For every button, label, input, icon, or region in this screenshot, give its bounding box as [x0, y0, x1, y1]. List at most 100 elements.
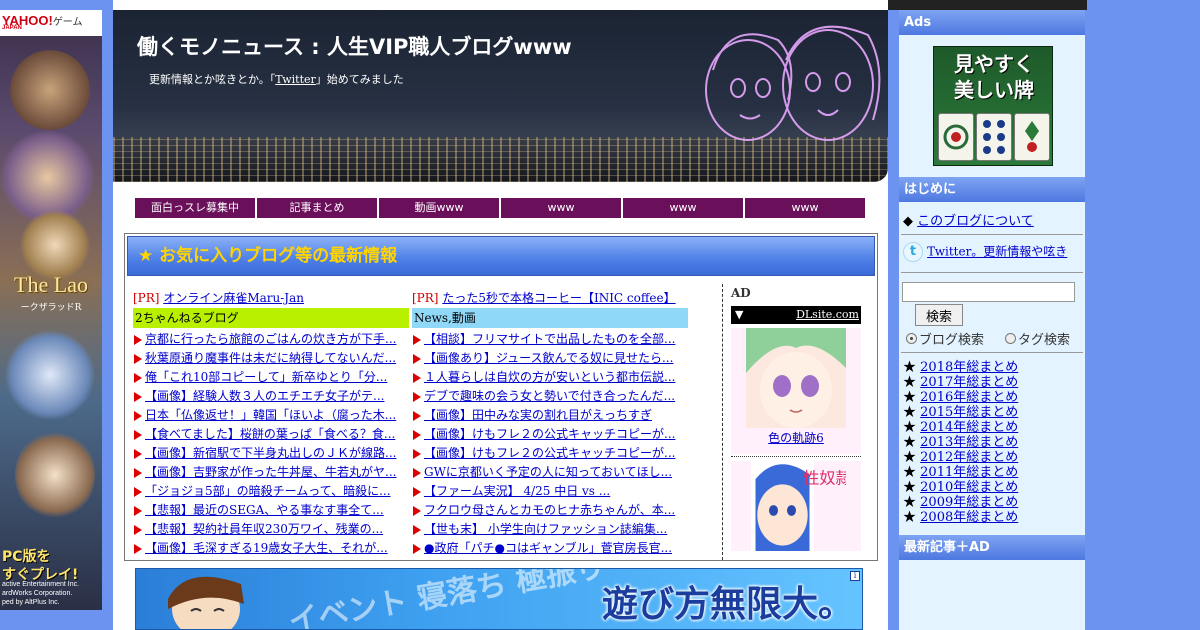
archive-link[interactable]: 2016年総まとめ — [920, 390, 1018, 405]
feed-link[interactable]: １人暮らしは自炊の方が安いという都市伝説... — [424, 370, 675, 384]
feed-link[interactable]: 秋葉原通り魔事件は未だに納得してないんだ... — [145, 351, 396, 365]
archive-link[interactable]: 2017年総まとめ — [920, 375, 1018, 390]
subtitle-twitter-link[interactable]: Twitter — [275, 73, 316, 86]
list-item: GWに京都いく予定の人に知っておいてほし... — [412, 463, 688, 482]
feed-link[interactable]: 【画像】新宿駅で下半身丸出しのＪＫが線路... — [145, 446, 396, 460]
ad-product-caption[interactable]: 色の軌跡6 — [768, 431, 824, 445]
blog-title[interactable]: 働くモノニュース : 人生VIP職人ブログwww — [137, 31, 572, 61]
nav-tab-thread-request[interactable]: 面白っスレ募集中 — [135, 198, 255, 218]
feed-link[interactable]: 「ジョジョ5部」の暗殺チームって、暗殺に... — [145, 484, 391, 498]
dlsite-link[interactable]: DLsite.com — [796, 306, 859, 324]
list-item: 【相談】フリマサイトで出品したものを全部... — [412, 330, 688, 349]
archive-link[interactable]: 2008年総まとめ — [920, 510, 1018, 525]
nav-tab-www-3[interactable]: www — [745, 198, 865, 218]
ad-copyright-line: ardWorks Corporation. — [2, 590, 73, 597]
list-item: 【悲報】契約社員年収230万ワイ、残業の... — [133, 520, 409, 539]
archive-link[interactable]: 2009年総まとめ — [920, 495, 1018, 510]
feed-link[interactable]: 【相談】フリマサイトで出品したものを全部... — [424, 332, 675, 346]
feed-link[interactable]: 【画像】田中みな実の割れ目がえっちすぎ — [424, 408, 652, 422]
feed-link[interactable]: デブで趣味の会う女と勢いで付き合ったんだ... — [424, 389, 675, 403]
list-item: ●政府「パチ●コはギャンブル」菅官房長官... — [412, 539, 688, 558]
list-item: 俺「これ10部コピーして」新卒ゆとり「分... — [133, 368, 409, 387]
star-icon: ★ — [903, 360, 917, 375]
archive-link[interactable]: 2018年総まとめ — [920, 360, 1018, 375]
ad-game-logo: The Lao — [14, 272, 88, 297]
twitter-link[interactable]: Twitter。更新情報や呟き — [927, 245, 1067, 259]
search-input[interactable] — [902, 282, 1075, 302]
feed-link[interactable]: 俺「これ10部コピーして」新卒ゆとり「分... — [145, 370, 387, 384]
pr-link[interactable]: たった5秒で本格コーヒー【INIC coffee】 — [442, 291, 675, 305]
about-blog-link[interactable]: このブログについて — [917, 214, 1034, 229]
ad-pc-line1: PC版を — [2, 549, 51, 565]
ad-character-art — [15, 430, 95, 520]
nav-tab-www-2[interactable]: www — [623, 198, 743, 218]
archive-link[interactable]: 2011年総まとめ — [920, 465, 1018, 480]
header-mascot-illustration — [705, 25, 881, 141]
archive-link[interactable]: 2014年総まとめ — [920, 420, 1018, 435]
twitter-icon[interactable]: t — [903, 242, 923, 262]
feed-link[interactable]: 京都に行ったら旅館のごはんの炊き方が下手... — [145, 332, 396, 346]
archive-link[interactable]: 2013年総まとめ — [920, 435, 1018, 450]
list-item: ★ 2014年総まとめ — [903, 420, 1018, 435]
list-item: ★ 2009年総まとめ — [903, 495, 1018, 510]
radio-unselected-icon[interactable] — [1005, 333, 1016, 344]
feed-link[interactable]: 【世も末】 小学生向けファッション誌編集... — [424, 522, 667, 536]
list-item: ★ 2008年総まとめ — [903, 510, 1018, 525]
feed-link[interactable]: 【画像】毛深すぎる19歳女子大生、それが... — [145, 541, 388, 555]
ad-copyright-line: active Entertainment Inc. — [2, 581, 80, 588]
left-game-ad[interactable]: YAHOO!ゲーム JAPAN The Lao ークザラッドR PC版を すぐプ… — [0, 10, 102, 610]
feed-link[interactable]: フクロウ母さんとカモのヒナ赤ちゃんが、本... — [424, 503, 675, 517]
search-button[interactable]: 検索 — [915, 304, 963, 326]
feed-link[interactable]: 【画像あり】ジュース飲んでる奴に見せたら... — [424, 351, 673, 365]
ad-info-icon[interactable]: i — [850, 571, 860, 581]
ad-copyright-line: ped by AltPlus Inc. — [2, 599, 60, 606]
feed-link[interactable]: 【画像】吉野家が作った牛丼屋、牛若丸がヤ... — [145, 465, 396, 479]
feed-link[interactable]: 日本「仏像返せ！」韓国「ほいよ（腐った木... — [145, 408, 396, 422]
radio-label: ブログ検索 — [919, 333, 985, 348]
divider — [901, 352, 1083, 353]
banner-character-art — [168, 576, 244, 629]
pr-link[interactable]: オンライン麻雀Maru-Jan — [163, 291, 304, 305]
dlsite-bar: ▼ DLsite.com — [731, 306, 861, 324]
ad-product-image[interactable] — [746, 328, 846, 428]
feed-link[interactable]: GWに京都いく予定の人に知っておいてほし... — [424, 465, 672, 479]
feed-link[interactable]: ●政府「パチ●コはギャンブル」菅官房長官... — [424, 541, 672, 555]
ad-product-item[interactable]: 性奴隷 — [731, 461, 861, 551]
pr-row: [PR] たった5秒で本格コーヒー【INIC coffee】 — [412, 290, 688, 307]
banner-slogan: 遊び方無限大。 — [601, 584, 854, 625]
mahjong-ad-text: 見やすく 美しい牌 — [934, 51, 1054, 103]
feed-link[interactable]: 【画像】けもフレ２の公式キャッチコピーが... — [424, 446, 675, 460]
archive-link[interactable]: 2012年総まとめ — [920, 450, 1018, 465]
ad-character-art — [5, 330, 95, 420]
feed-link[interactable]: 【ファーム実況】 4/25 中日 vs ... — [424, 484, 610, 498]
list-item: 【食べてました】桜餅の葉っぱ「食べる？食... — [133, 425, 409, 444]
nav-tab-articles[interactable]: 記事まとめ — [257, 198, 377, 218]
archive-link[interactable]: 2015年総まとめ — [920, 405, 1018, 420]
feed-link[interactable]: 【食べてました】桜餅の葉っぱ「食べる？食... — [145, 427, 395, 441]
list-item: ★ 2011年総まとめ — [903, 465, 1018, 480]
radio-blog-search[interactable]: ブログ検索 — [906, 329, 984, 348]
feed-link[interactable]: 【画像】けもフレ２の公式キャッチコピーが... — [424, 427, 675, 441]
star-icon: ★ — [903, 390, 917, 405]
feed-link[interactable]: 【悲報】最近のSEGA、やる事なす事全て... — [145, 503, 384, 517]
radio-selected-icon[interactable] — [906, 333, 917, 344]
ad-character-art — [10, 50, 90, 130]
list-item: 京都に行ったら旅館のごはんの炊き方が下手... — [133, 330, 409, 349]
feed-link[interactable]: 【画像】経験人数３人のエチエチ女子がテ... — [145, 389, 384, 403]
nav-tab-www-1[interactable]: www — [501, 198, 621, 218]
radio-tag-search[interactable]: タグ検索 — [1005, 329, 1070, 348]
ad-product-item[interactable]: 色の軌跡6 — [731, 328, 861, 454]
list-item: ★ 2013年総まとめ — [903, 435, 1018, 450]
ad-product-image[interactable]: 性奴隷 — [746, 461, 846, 551]
list-item: ★ 2015年総まとめ — [903, 405, 1018, 420]
feed-link[interactable]: 【悲報】契約社員年収230万ワイ、残業の... — [145, 522, 383, 536]
dropdown-arrow-icon: ▼ — [735, 308, 744, 321]
nav-tab-videos[interactable]: 動画www — [379, 198, 499, 218]
archive-link[interactable]: 2010年総まとめ — [920, 480, 1018, 495]
recent-articles-heading: 最新記事＋AD — [899, 535, 1085, 560]
mahjong-ad-banner[interactable]: 見やすく 美しい牌 — [933, 46, 1053, 166]
bottom-game-banner[interactable]: イベント 寝落ち 極振り 遊び方無限大。 i — [135, 568, 863, 630]
feed-list: 京都に行ったら旅館のごはんの炊き方が下手... 秋葉原通り魔事件は未だに納得して… — [133, 330, 409, 558]
subtitle-text: 更新情報とか呟きとか。「 — [149, 73, 276, 86]
star-icon: ★ — [903, 420, 917, 435]
